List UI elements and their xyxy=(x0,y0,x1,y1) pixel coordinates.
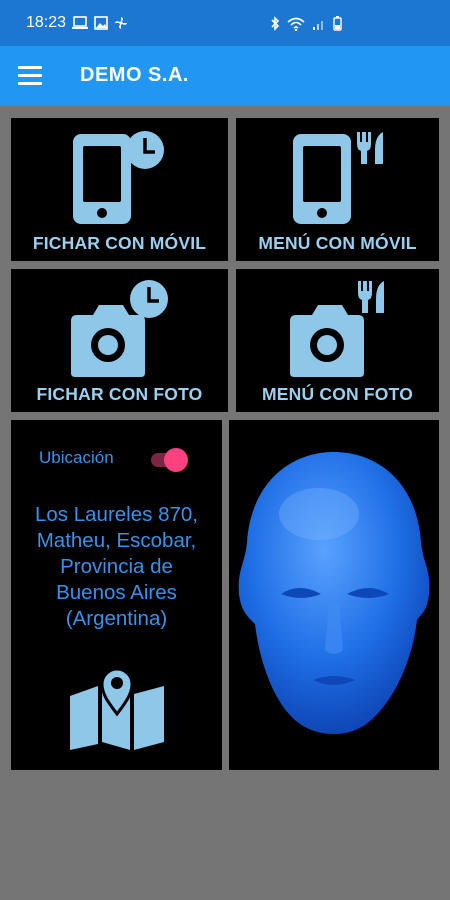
location-panel: Ubicación Los Laureles 870, Matheu, Esco… xyxy=(11,420,222,770)
location-label: Ubicación xyxy=(39,448,114,467)
wifi-icon xyxy=(287,17,305,36)
laptop-icon xyxy=(72,16,88,35)
phone-cutlery-icon xyxy=(293,132,383,224)
tile-menu-con-movil[interactable]: MENÚ CON MÓVIL xyxy=(236,118,439,261)
app-bar: DEMO S.A. xyxy=(0,46,450,106)
camera-clock-icon xyxy=(71,280,168,377)
fan-icon xyxy=(114,16,128,35)
phone-clock-icon xyxy=(73,131,164,224)
app-title: DEMO S.A. xyxy=(80,64,189,86)
status-left-icons xyxy=(72,16,128,35)
map-pin-icon[interactable] xyxy=(68,664,166,750)
image-icon xyxy=(94,16,108,35)
tile-label: FICHAR CON FOTO xyxy=(36,384,203,404)
camera-cutlery-icon xyxy=(290,281,384,377)
bluetooth-icon xyxy=(270,16,280,36)
toggle-thumb xyxy=(164,448,188,472)
location-toggle[interactable] xyxy=(151,448,197,472)
hamburger-menu-icon[interactable] xyxy=(18,66,42,86)
tile-fichar-con-movil[interactable]: FICHAR CON MÓVIL xyxy=(11,118,228,261)
tile-label: MENÚ CON FOTO xyxy=(261,384,414,404)
status-time: 18:23 xyxy=(26,14,67,31)
tile-fichar-con-foto[interactable]: FICHAR CON FOTO xyxy=(11,269,228,412)
tile-menu-con-foto[interactable]: MENÚ CON FOTO xyxy=(236,269,439,412)
signal-icon xyxy=(312,17,326,36)
status-bar: 18:23 xyxy=(0,0,450,46)
tile-label: MENÚ CON MÓVIL xyxy=(258,233,417,253)
location-address: Los Laureles 870, Matheu, Escobar, Provi… xyxy=(35,503,198,630)
battery-icon xyxy=(333,16,342,36)
blue-head-image xyxy=(238,452,430,734)
status-right-icons xyxy=(270,16,342,36)
tile-label: FICHAR CON MÓVIL xyxy=(32,233,207,253)
face-panel xyxy=(229,420,439,770)
